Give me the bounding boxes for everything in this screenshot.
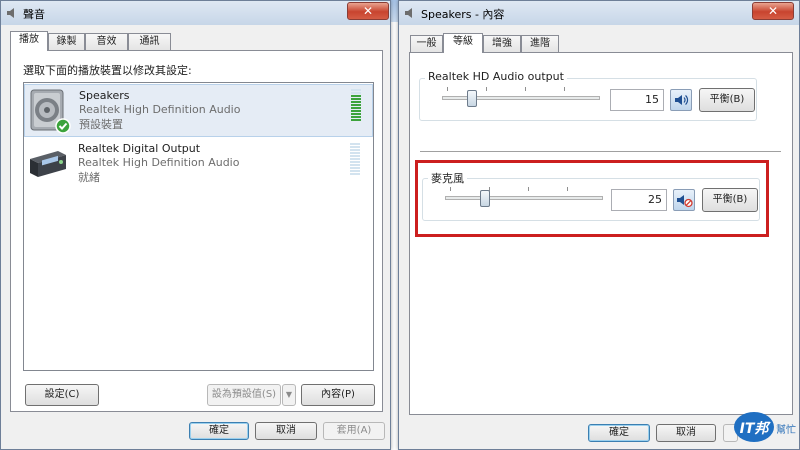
tab-advanced[interactable]: 進階 [521,35,559,53]
balance-button[interactable]: 平衡(B) [702,188,758,212]
levels-panel: Realtek HD Audio output 15 平衡(B) 麥克風 25 … [409,52,793,415]
watermark-logo: IT邦 幫忙 [732,410,796,444]
ok-button[interactable]: 確定 [588,424,650,442]
window-title: Speakers - 內容 [421,8,505,21]
set-default-dropdown[interactable]: ▼ [282,384,296,406]
properties-button[interactable]: 內容(P) [301,384,375,406]
itbang-logo-icon: IT邦 幫忙 [734,412,796,442]
cancel-button[interactable]: 取消 [656,424,716,442]
set-default-button[interactable]: 設為預設值(S) [207,384,281,406]
divider [420,151,781,152]
speaker-icon [405,8,412,18]
mute-toggle-button[interactable] [673,189,695,211]
window-title: 聲音 [23,8,45,21]
device-driver: Realtek High Definition Audio [79,103,241,116]
tab-enhancements[interactable]: 增強 [483,35,521,53]
ok-button[interactable]: 確定 [189,422,249,440]
balance-button[interactable]: 平衡(B) [699,88,755,112]
highlight-box: 麥克風 25 平衡(B) [415,160,769,237]
tab-general[interactable]: 一般 [410,35,443,53]
tab-communications[interactable]: 通訊 [128,33,171,51]
mute-toggle-button[interactable] [670,89,692,111]
properties-titlebar: Speakers - 內容 ✕ [399,1,799,25]
volume-slider-thumb[interactable] [467,90,477,107]
sound-titlebar: 聲音 ✕ [1,1,390,25]
volume-value-field[interactable]: 15 [610,89,664,111]
instruction-text: 選取下面的播放裝置以修改其設定: [23,64,192,77]
level-group-microphone: 麥克風 25 平衡(B) [422,170,760,221]
device-status: 就緒 [78,171,100,184]
volume-value-field[interactable]: 25 [611,189,667,211]
volume-slider-thumb[interactable] [480,190,490,207]
device-item-digital-output[interactable]: Realtek Digital Output Realtek High Defi… [24,139,373,191]
tab-levels[interactable]: 等級 [443,33,483,53]
speaker-icon [7,8,14,18]
tab-sounds[interactable]: 音效 [85,33,128,51]
device-name: Realtek Digital Output [78,142,201,155]
svg-text:IT邦: IT邦 [740,420,772,437]
level-group-label: 麥克風 [428,170,467,186]
digital-output-icon [30,151,66,177]
muted-speaker-icon [677,195,693,208]
level-meter [350,143,360,177]
tab-recording[interactable]: 錄製 [48,33,85,51]
speakers-properties-dialog: Speakers - 內容 ✕ 一般 等級 增強 進階 Realtek HD A… [398,0,800,450]
device-name: Speakers [79,89,130,102]
configure-button[interactable]: 設定(C) [25,384,99,406]
apply-button[interactable]: 套用(A) [323,422,385,440]
svg-text:幫忙: 幫忙 [776,423,796,436]
device-driver: Realtek High Definition Audio [78,156,240,169]
playback-panel: 選取下面的播放裝置以修改其設定: Speakers Realtek High D… [10,50,383,412]
device-status: 預設裝置 [79,118,123,131]
volume-slider-track[interactable] [442,96,600,100]
chevron-down-icon: ▼ [285,390,293,399]
cancel-button[interactable]: 取消 [255,422,317,440]
level-group-label: Realtek HD Audio output [425,70,567,83]
level-meter [351,89,361,123]
device-item-speakers[interactable]: Speakers Realtek High Definition Audio 預… [24,84,373,137]
tab-playback[interactable]: 播放 [10,31,48,51]
speaker-icon [675,95,689,105]
device-list: Speakers Realtek High Definition Audio 預… [23,82,374,371]
close-button[interactable]: ✕ [752,2,794,20]
level-group-output: Realtek HD Audio output 15 平衡(B) [419,70,757,121]
close-button[interactable]: ✕ [347,2,389,20]
sound-dialog: 聲音 ✕ 播放 錄製 音效 通訊 選取下面的播放裝置以修改其設定: Speake… [0,0,391,450]
volume-slider-track[interactable] [445,196,603,200]
speaker-icon [30,89,71,134]
